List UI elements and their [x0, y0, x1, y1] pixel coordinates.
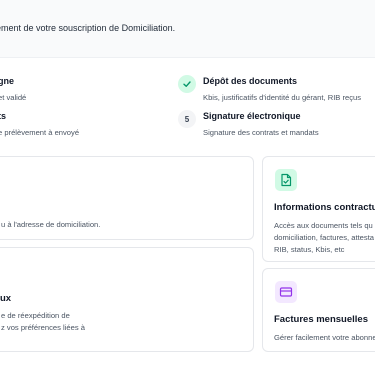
card-title: Informations contractue: [274, 202, 375, 213]
step-desc: Signature des contrats et mandats: [203, 128, 319, 137]
top-banner: ement de votre souscription de Domicilia…: [0, 0, 375, 58]
step-left-2: ts e prélèvement à envoyé: [0, 111, 79, 137]
step-desc: e prélèvement à envoyé: [0, 128, 80, 137]
step-left-1: gne et validé: [0, 76, 26, 102]
step-desc: Kbis, justificatifs d'identité du gérant…: [203, 93, 362, 102]
step-title: Signature électronique: [203, 111, 301, 121]
card-title: Factures mensuelles: [274, 314, 368, 325]
contract-info-card[interactable]: Informations contractue Accès aux docume…: [262, 156, 375, 262]
step-documents: Dépôt des documents Kbis, justificatifs …: [203, 76, 361, 102]
card-text: domiciliation, factures, attesta: [274, 233, 375, 242]
card-text: e de réexpédition de: [1, 311, 70, 320]
step-title: ts: [0, 111, 7, 121]
forwarding-card[interactable]: ux e de réexpédition de z vos préférence…: [0, 247, 254, 352]
card-title: ux: [0, 293, 12, 304]
mail-card[interactable]: u à l'adresse de domiciliation.: [0, 156, 254, 240]
card-text: Gérer facilement votre abonne: [274, 333, 375, 342]
card-text: RIB, status, Kbis, etc: [274, 245, 345, 254]
credit-card-icon: [275, 281, 297, 303]
banner-text: ement de votre souscription de Domicilia…: [0, 23, 176, 33]
step-signature: Signature électronique Signature des con…: [203, 111, 319, 137]
step-title: Dépôt des documents: [203, 76, 298, 86]
check-icon: [178, 75, 196, 93]
step-number-badge: 5: [178, 110, 196, 128]
card-text: z vos préférences liées à: [1, 323, 85, 332]
card-text: Accès aux documents tels qu: [274, 221, 373, 230]
document-check-icon: [275, 169, 297, 191]
card-text: u à l'adresse de domiciliation.: [1, 220, 101, 229]
step-title: gne: [0, 76, 15, 86]
step-desc: et validé: [0, 93, 27, 102]
invoices-card[interactable]: Factures mensuelles Gérer facilement vot…: [262, 268, 375, 352]
